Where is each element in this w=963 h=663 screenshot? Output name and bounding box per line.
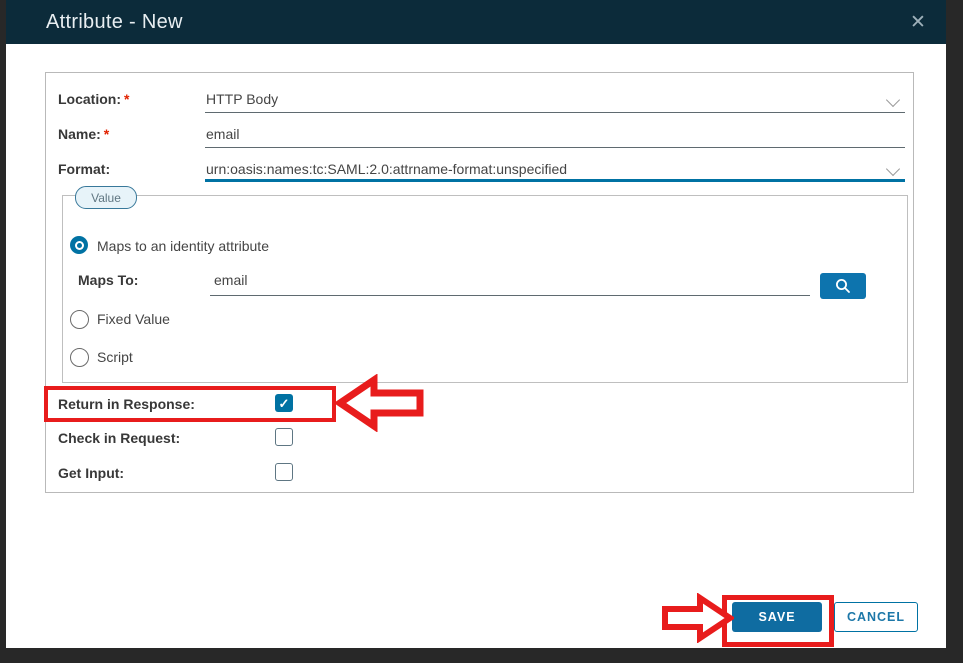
tab-value[interactable]: Value bbox=[75, 186, 137, 209]
search-button[interactable] bbox=[820, 273, 866, 299]
search-icon bbox=[836, 279, 850, 293]
get-input-checkbox[interactable] bbox=[275, 463, 293, 481]
required-asterisk: * bbox=[124, 91, 130, 107]
name-underline bbox=[205, 147, 905, 148]
dialog-header: Attribute - New ✕ bbox=[6, 0, 946, 44]
dialog-title: Attribute - New bbox=[46, 10, 183, 33]
maps-to-underline bbox=[210, 295, 810, 296]
check-in-request-label: Check in Request: bbox=[58, 430, 181, 446]
radio-fixed-value-label: Fixed Value bbox=[97, 311, 170, 327]
attribute-new-dialog: Attribute - New ✕ Location: * HTTP Body N… bbox=[6, 0, 946, 648]
annotation-arrow-right-icon bbox=[662, 593, 734, 643]
maps-to-input[interactable]: email bbox=[214, 272, 774, 288]
cancel-button[interactable]: CANCEL bbox=[834, 602, 918, 632]
check-in-request-checkbox[interactable] bbox=[275, 428, 293, 446]
radio-maps-to-identity-label: Maps to an identity attribute bbox=[97, 238, 269, 254]
radio-fixed-value[interactable] bbox=[70, 310, 89, 329]
maps-to-label: Maps To: bbox=[78, 272, 139, 288]
radio-script[interactable] bbox=[70, 348, 89, 367]
radio-script-label: Script bbox=[97, 349, 133, 365]
required-asterisk: * bbox=[103, 126, 110, 142]
close-icon[interactable]: ✕ bbox=[906, 10, 930, 34]
format-underline bbox=[205, 179, 905, 182]
radio-maps-to-identity[interactable] bbox=[70, 236, 88, 254]
name-label: Name: * bbox=[58, 126, 110, 142]
format-label: Format: bbox=[58, 161, 111, 177]
screenshot-stage: Attribute - New ✕ Location: * HTTP Body N… bbox=[0, 0, 963, 663]
format-select[interactable]: urn:oasis:names:tc:SAML:2.0:attrname-for… bbox=[206, 161, 866, 177]
value-section-box bbox=[62, 195, 908, 383]
annotation-rect-return-in-response bbox=[44, 386, 336, 422]
get-input-label: Get Input: bbox=[58, 465, 125, 481]
annotation-rect-save bbox=[722, 595, 834, 647]
location-label: Location: * bbox=[58, 91, 130, 107]
location-select[interactable]: HTTP Body bbox=[206, 91, 866, 107]
name-input[interactable]: email bbox=[206, 126, 866, 142]
location-underline bbox=[205, 112, 905, 113]
annotation-arrow-left-icon bbox=[336, 374, 424, 432]
